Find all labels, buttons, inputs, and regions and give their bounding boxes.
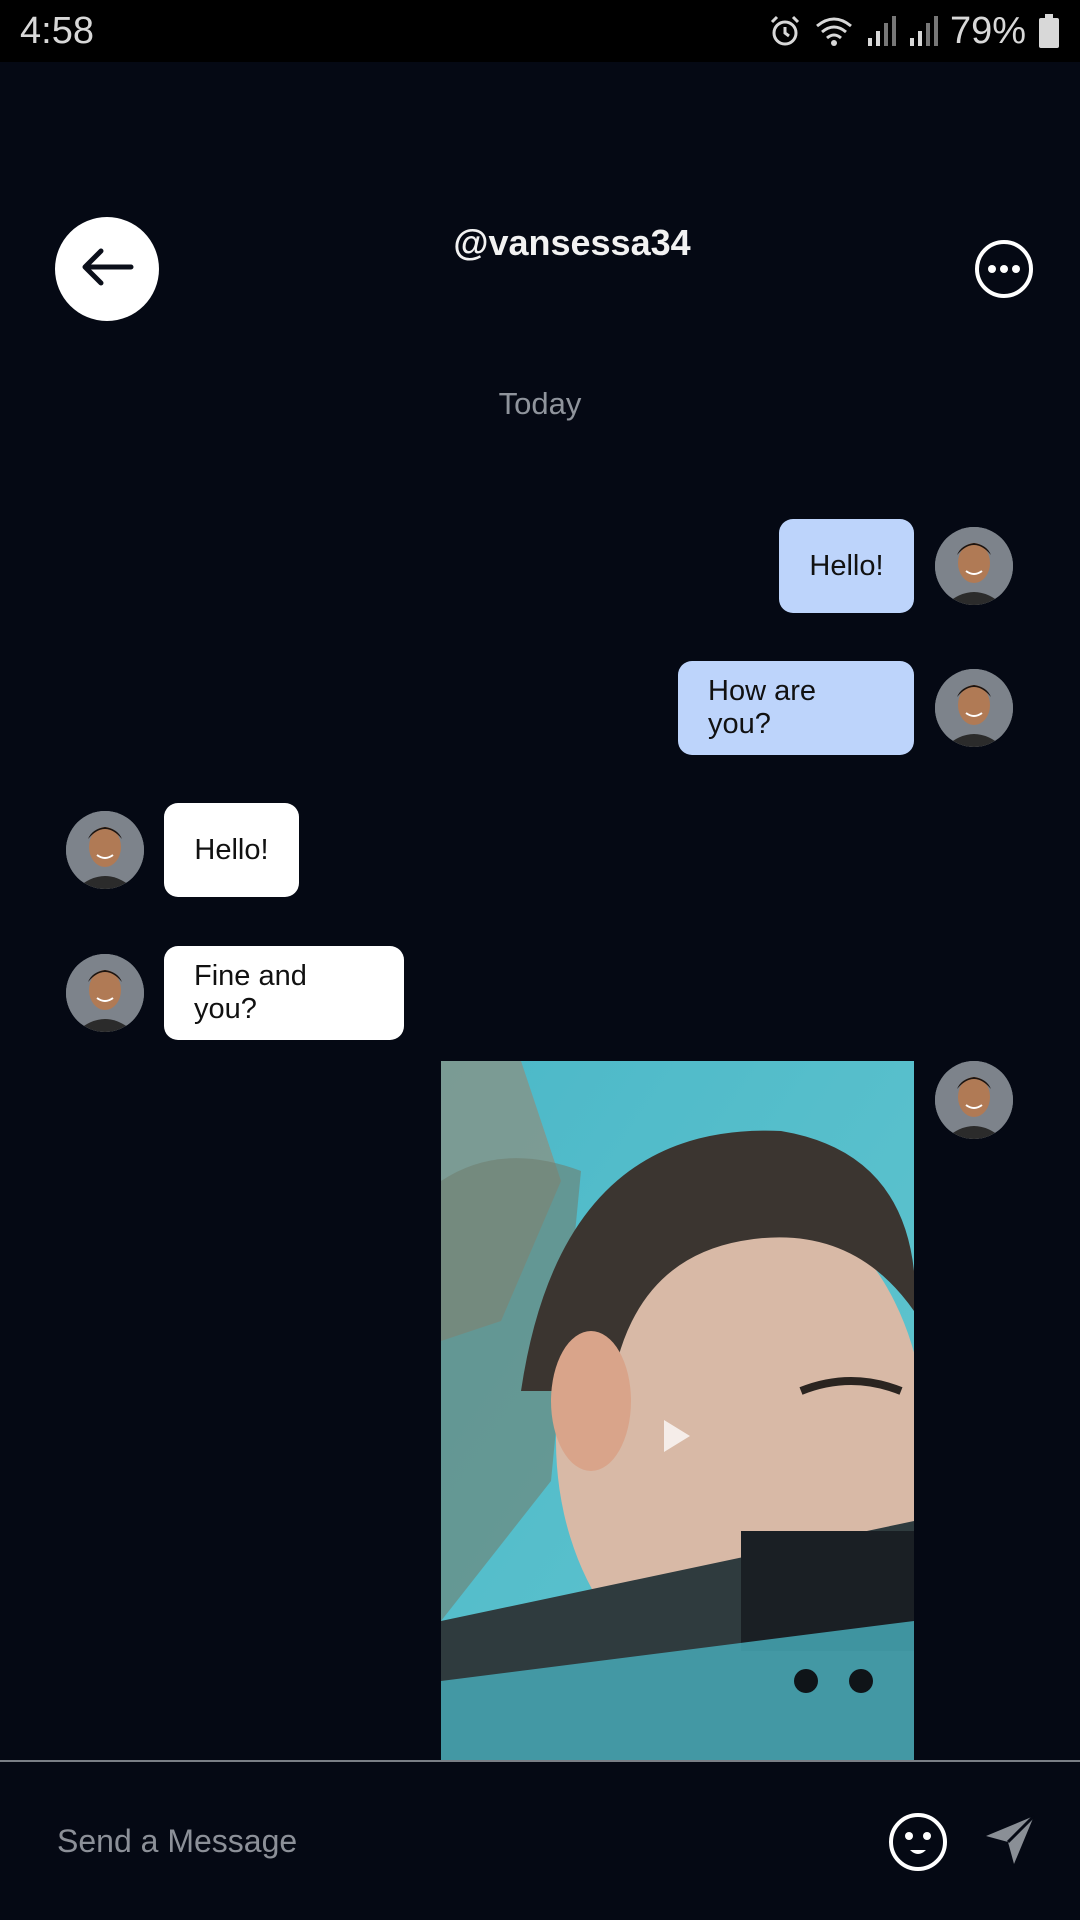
signal-icon bbox=[908, 14, 938, 48]
message-bubble-received[interactable]: Fine and you? bbox=[164, 946, 404, 1040]
conversation-title: @vansessa34 bbox=[453, 222, 691, 263]
message-bubble-received[interactable]: Hello! bbox=[164, 803, 299, 897]
video-message[interactable] bbox=[441, 1061, 914, 1760]
avatar bbox=[935, 527, 1013, 605]
avatar bbox=[935, 669, 1013, 747]
status-bar: 4:58 79% bbox=[0, 0, 1080, 62]
emoji-button[interactable] bbox=[888, 1812, 948, 1877]
avatar bbox=[66, 811, 144, 889]
smiley-icon bbox=[888, 1813, 948, 1876]
message-input[interactable] bbox=[55, 1812, 819, 1870]
message-bubble-sent[interactable]: Hello! bbox=[779, 519, 914, 613]
battery-percent: 79% bbox=[949, 9, 1026, 52]
send-icon bbox=[984, 1814, 1036, 1870]
signal-icon bbox=[866, 14, 896, 48]
avatar bbox=[66, 954, 144, 1032]
video-thumbnail bbox=[441, 1061, 914, 1760]
more-horizontal-icon bbox=[974, 240, 1034, 303]
alarm-icon bbox=[768, 14, 802, 48]
send-button[interactable] bbox=[984, 1814, 1036, 1871]
message-bubble-sent[interactable]: How are you? bbox=[678, 661, 914, 755]
status-time: 4:58 bbox=[20, 9, 94, 52]
status-icons: 79% bbox=[768, 10, 1060, 53]
avatar bbox=[935, 1061, 1013, 1139]
play-icon[interactable] bbox=[662, 1418, 692, 1459]
battery-icon bbox=[1038, 13, 1060, 49]
wifi-icon bbox=[814, 14, 854, 48]
chat-screen: 4:58 79% @vansessa34 Today Hello! How ar… bbox=[0, 0, 1080, 1920]
more-options-button[interactable] bbox=[974, 239, 1034, 299]
date-divider: Today bbox=[498, 386, 582, 421]
